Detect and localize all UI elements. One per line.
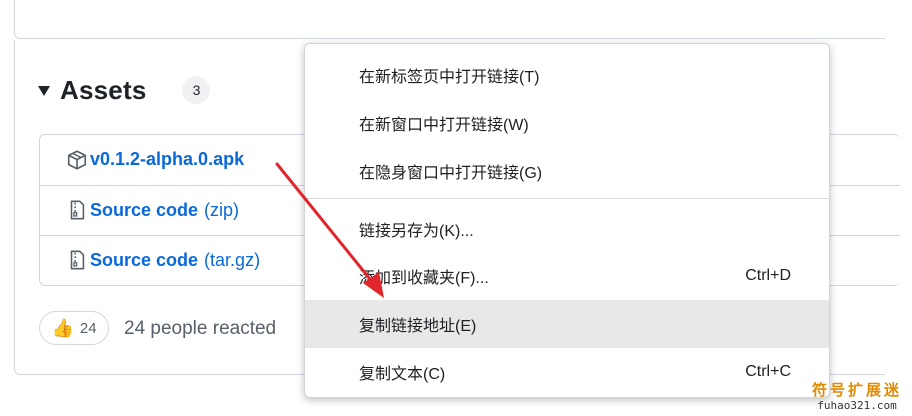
watermark-url: fuhao321.com — [817, 398, 897, 412]
watermark-title: 符号扩展迷 — [811, 382, 902, 400]
release-page: Assets 3 v0.1.2-alpha.0.apk Source code … — [0, 0, 912, 416]
annotation-arrow — [275, 162, 384, 298]
site-watermark: 符号扩展迷 fuhao321.com — [812, 383, 902, 412]
